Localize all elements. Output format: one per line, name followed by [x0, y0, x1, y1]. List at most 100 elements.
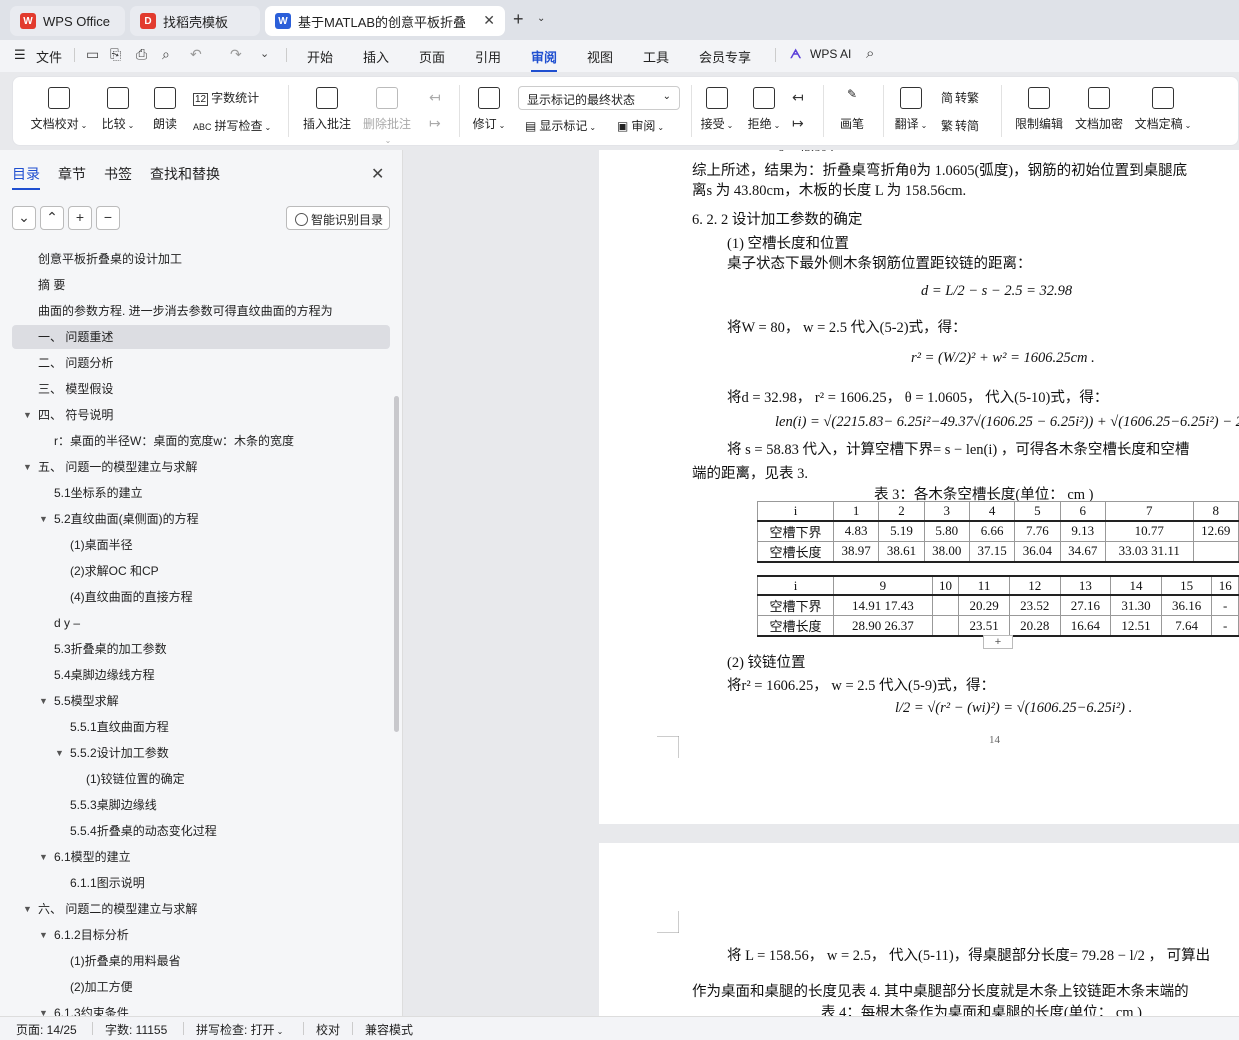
pen-button[interactable]: ✎ 画笔 [835, 87, 869, 132]
toc-item[interactable]: 创意平板折叠桌的设计加工 [12, 247, 390, 271]
tab-toc[interactable]: 目录 [12, 164, 40, 190]
toc-item[interactable]: 三、 模型假设 [12, 377, 390, 401]
accept-button[interactable]: 接受 ⌄ [699, 87, 735, 132]
toc-item[interactable]: 6.1.1图示说明 [12, 871, 390, 895]
toc-item[interactable]: ▼ 6.1模型的建立 [12, 845, 390, 869]
expand-arrow-icon[interactable]: ▼ [39, 845, 48, 869]
review-pane-button[interactable]: ▣ 审阅 ⌄ [617, 117, 664, 134]
move-table-icon[interactable]: ✥ [737, 463, 749, 480]
menu-start[interactable]: 开始 [307, 47, 333, 66]
hamburger-icon[interactable]: ☰ [14, 47, 26, 63]
chevron-down-icon[interactable]: ⌄ [260, 47, 269, 60]
file-menu[interactable]: 文件 [36, 47, 62, 66]
chevron-down-icon[interactable]: ⌄ [537, 13, 545, 24]
toc-item[interactable]: ▼ 6.1.2目标分析 [12, 923, 390, 947]
restrict-edit-button[interactable]: 限制编辑 [1011, 87, 1067, 132]
export-pdf-icon[interactable]: ⎘ [110, 46, 121, 63]
toc-item[interactable]: (2)求解OC 和CP [12, 559, 390, 583]
toc-item[interactable]: ▼ 6.1.3约束条件 [12, 1001, 390, 1016]
toc-item[interactable]: 一、 问题重述 [12, 325, 390, 349]
tab-wps-office[interactable]: W WPS Office [10, 6, 125, 36]
to-simplified-button[interactable]: 繁转简 [941, 117, 979, 134]
finalize-button[interactable]: 文档定稿 ⌄ [1133, 87, 1193, 132]
new-tab-icon[interactable]: + [513, 9, 524, 30]
expand-arrow-icon[interactable]: ▼ [23, 455, 32, 479]
toc-item[interactable]: ▼ 5.5模型求解 [12, 689, 390, 713]
search-icon[interactable]: ⌕ [866, 45, 874, 62]
track-changes-button[interactable]: 修订 ⌄ [469, 87, 509, 132]
toc-item[interactable]: 摘 要 [12, 273, 390, 297]
toc-item[interactable]: 曲面的参数方程. 进一步消去参数可得直纹曲面的方程为 [12, 299, 390, 323]
word-count-button[interactable]: 12 字数统计 [193, 89, 259, 106]
to-traditional-button[interactable]: 简转繁 [941, 89, 979, 106]
toc-item[interactable]: (4)直纹曲面的直接方程 [12, 585, 390, 609]
reject-button[interactable]: 拒绝 ⌄ [746, 87, 782, 132]
show-markup-button[interactable]: ▤ 显示标记 ⌄ [525, 117, 596, 134]
tab-find-replace[interactable]: 查找和替换 [150, 164, 220, 184]
save-icon[interactable]: ▭ [86, 46, 99, 63]
tab-chapters[interactable]: 章节 [58, 164, 86, 184]
toc-item[interactable]: ▼ 5.5.2设计加工参数 [12, 741, 390, 765]
toc-item[interactable]: 5.5.4折叠桌的动态变化过程 [12, 819, 390, 843]
redo-icon[interactable]: ↷ [230, 46, 242, 63]
menu-references[interactable]: 引用 [475, 47, 501, 66]
expand-arrow-icon[interactable]: ▼ [23, 897, 32, 921]
expand-arrow-icon[interactable]: ▼ [39, 689, 48, 713]
document-canvas[interactable]: s = 43.80 . 综上所述，结果为：折叠桌弯折角θ为 1.0605(弧度)… [404, 150, 1239, 1016]
toc-item[interactable]: ▼ 五、 问题一的模型建立与求解 [12, 455, 390, 479]
markup-state-select[interactable]: 显示标记的最终状态 ⌄ [518, 86, 680, 110]
tab-document[interactable]: W 基于MATLAB的创意平板折叠 ✕ [265, 6, 505, 36]
undo-icon[interactable]: ↶ [190, 46, 202, 63]
toc-item[interactable]: r：桌面的半径W：桌面的宽度w：木条的宽度 [12, 429, 390, 453]
menu-member[interactable]: 会员专享 [699, 47, 751, 66]
menu-insert[interactable]: 插入 [363, 47, 389, 66]
expand-arrow-icon[interactable]: ▼ [39, 507, 48, 531]
doc-check-button[interactable]: 文档校对 ⌄ [29, 87, 89, 132]
smart-toc-button[interactable]: 智能识别目录 [286, 206, 390, 230]
remove-heading-button[interactable]: − [96, 206, 120, 230]
prev-change-icon[interactable]: ↤ [792, 89, 804, 106]
expand-arrow-icon[interactable]: ▼ [39, 1001, 48, 1016]
read-aloud-button[interactable]: 朗读 [147, 87, 183, 132]
toc-item[interactable]: 二、 问题分析 [12, 351, 390, 375]
toc-item[interactable]: 5.4桌脚边缘线方程 [12, 663, 390, 687]
toc-item[interactable]: 5.3折叠桌的加工参数 [12, 637, 390, 661]
next-change-icon[interactable]: ↦ [792, 115, 804, 132]
spell-check-button[interactable]: ABC 拼写检查 ⌄ [193, 117, 271, 134]
toc-item[interactable]: 5.1坐标系的建立 [12, 481, 390, 505]
expand-arrow-icon[interactable]: ▼ [55, 741, 64, 765]
toc-item[interactable]: (1)折叠桌的用料最省 [12, 949, 390, 973]
compare-button[interactable]: 比较 ⌄ [97, 87, 139, 132]
print-preview-icon[interactable]: ⌕ [162, 46, 170, 63]
menu-review[interactable]: 审阅 [531, 47, 558, 72]
next-comment-icon[interactable]: ↦ [429, 115, 441, 132]
toc-item[interactable]: ▼ 六、 问题二的模型建立与求解 [12, 897, 390, 921]
proofread-status[interactable]: 校对 [316, 1021, 340, 1038]
prev-comment-icon[interactable]: ↤ [429, 89, 441, 106]
toc-item[interactable]: ▼ 5.2直纹曲面(桌侧面)的方程 [12, 507, 390, 531]
expand-up-button[interactable]: ⌃ [40, 206, 64, 230]
menu-page[interactable]: 页面 [419, 47, 445, 66]
toc-item[interactable]: (1)铰链位置的确定 [12, 767, 390, 791]
toc-item[interactable]: ▼ 四、 符号说明 [12, 403, 390, 427]
translate-button[interactable]: 翻译 ⌄ [893, 87, 929, 132]
add-row-button[interactable]: + [983, 635, 1013, 649]
tab-docer-templates[interactable]: D 找稻壳模板 [130, 6, 260, 36]
menu-tools[interactable]: 工具 [643, 47, 669, 66]
page-indicator[interactable]: 页面: 14/25 [16, 1021, 77, 1038]
toc-item[interactable]: (2)加工方便 [12, 975, 390, 999]
add-heading-button[interactable]: + [68, 206, 92, 230]
encrypt-button[interactable]: 文档加密 [1071, 87, 1127, 132]
tab-bookmarks[interactable]: 书签 [104, 164, 132, 184]
toc-item[interactable]: 5.5.3桌脚边缘线 [12, 793, 390, 817]
toc-item[interactable]: d y – [12, 611, 390, 635]
expand-arrow-icon[interactable]: ▼ [23, 403, 32, 427]
close-tab-icon[interactable]: ✕ [483, 12, 495, 29]
menu-view[interactable]: 视图 [587, 47, 613, 66]
toc-scrollbar[interactable] [394, 396, 399, 732]
word-count-status[interactable]: 字数: 11155 [105, 1021, 167, 1038]
expand-arrow-icon[interactable]: ▼ [39, 923, 48, 947]
print-icon[interactable]: ⎙ [136, 46, 147, 63]
close-panel-icon[interactable]: ✕ [371, 164, 384, 184]
insert-comment-button[interactable]: 插入批注 [299, 87, 355, 132]
